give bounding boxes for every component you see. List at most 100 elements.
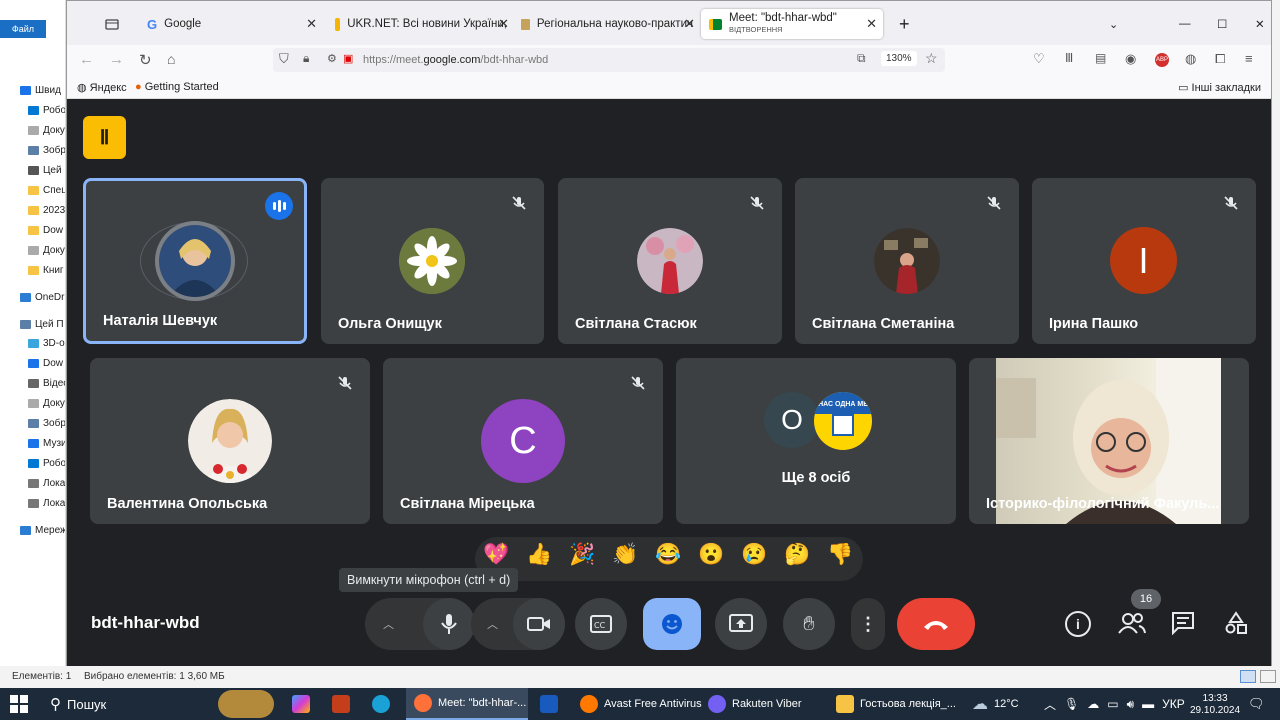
explorer-nav-item[interactable]: Доку — [28, 125, 65, 136]
participant-tile[interactable]: Світлана Стасюк — [558, 178, 782, 344]
mic-tray-icon[interactable]: 🎙︎ — [1064, 697, 1079, 711]
maximize-icon[interactable]: ☐ — [1209, 9, 1229, 39]
close-window-icon[interactable]: ✕ — [1247, 9, 1267, 39]
adblock-icon[interactable]: ABP — [1155, 53, 1169, 67]
sidebar-icon[interactable]: ▤ — [1095, 51, 1106, 65]
other-bookmarks[interactable]: ▭ Інші закладки — [1178, 81, 1261, 94]
info-icon[interactable]: i — [1065, 611, 1091, 637]
participant-tile[interactable]: Історико-філологічний Факуль... — [969, 358, 1249, 524]
library-icon[interactable]: Ⅲ — [1065, 51, 1073, 65]
reaction-emoji[interactable]: 🤔 — [784, 543, 810, 567]
explorer-nav-item[interactable]: Лока — [28, 478, 65, 489]
activities-button[interactable] — [1224, 611, 1248, 640]
language-indicator[interactable]: УКР — [1162, 697, 1185, 711]
reaction-emoji[interactable]: 👎 — [827, 543, 853, 567]
meet-logo-icon[interactable]: Ⅱ — [83, 116, 126, 159]
others-tile[interactable]: О НАС ОДНА МЕ Ще 8 осіб — [676, 358, 956, 524]
people-button[interactable] — [1118, 611, 1148, 637]
explorer-nav-item[interactable]: Зобр — [28, 145, 65, 156]
screen-share-icon[interactable]: ⧉ — [857, 51, 866, 66]
taskbar-app-viber[interactable]: Rakuten Viber — [708, 688, 802, 720]
participant-tile[interactable]: Валентина Опольська — [90, 358, 370, 524]
present-button[interactable] — [715, 598, 767, 650]
network-icon[interactable]: ▭ — [1107, 697, 1118, 711]
tab-ukrnet[interactable]: UKR.NET: Всі новини України, ✕ — [327, 9, 515, 39]
home-icon[interactable]: ⌂ — [167, 51, 175, 67]
notifications-icon[interactable]: 🗨︎ — [1248, 688, 1265, 720]
reaction-emoji[interactable]: 👏 — [612, 543, 638, 567]
mic-button[interactable] — [423, 598, 475, 650]
chat-button[interactable] — [1171, 611, 1195, 640]
more-options-button[interactable]: ⋮ — [851, 598, 885, 650]
explorer-nav-item[interactable]: Книг — [28, 265, 64, 276]
explorer-nav-item[interactable]: Спец — [28, 185, 65, 196]
explorer-nav-item[interactable]: Доку — [28, 245, 65, 256]
shield-icon[interactable]: ⛉ — [279, 51, 289, 67]
weather-widget[interactable]: ☁ 12°C — [972, 688, 1019, 720]
explorer-nav-item[interactable]: 3D-о — [28, 338, 65, 349]
battery-icon[interactable]: ▬ — [1142, 697, 1154, 711]
taskbar-app-firefox[interactable]: Meet: "bdt-hhar-... — [406, 688, 528, 720]
reaction-emoji[interactable]: 💖 — [483, 543, 509, 567]
new-tab-button[interactable]: + — [891, 9, 917, 39]
explorer-nav-item[interactable]: Музи — [28, 438, 65, 449]
back-icon[interactable]: ← — [79, 51, 94, 68]
clock[interactable]: 13:33 29.10.2024 — [1190, 688, 1240, 720]
close-tab-icon[interactable]: ✕ — [866, 16, 877, 32]
leave-call-button[interactable] — [897, 598, 975, 650]
zoom-indicator[interactable]: 130% — [881, 51, 917, 66]
tiles-view-icon[interactable] — [1260, 670, 1276, 683]
file-menu-button[interactable]: Файл — [0, 20, 46, 38]
tab-regional[interactable]: Регіональна науково-практич ✕ — [513, 9, 701, 39]
bookmark-yandex[interactable]: ◍ Яндекс — [77, 81, 127, 94]
participant-tile[interactable]: Ольга Онищук — [321, 178, 544, 344]
chevron-up-icon[interactable]: ︿ — [487, 616, 498, 632]
minimize-icon[interactable]: — — [1171, 9, 1191, 39]
explorer-nav-item[interactable]: Швид — [20, 85, 61, 96]
explorer-nav-item[interactable]: Dow — [28, 358, 63, 369]
reaction-emoji[interactable]: 😮 — [698, 543, 724, 567]
edge-icon[interactable] — [372, 688, 390, 720]
participant-tile[interactable]: С Світлана Мірецька — [383, 358, 663, 524]
explorer-nav-item[interactable]: Доку — [28, 398, 65, 409]
explorer-nav-item[interactable]: Цей П — [20, 319, 64, 330]
chevron-up-icon[interactable]: ︿ — [383, 616, 394, 632]
globe-icon[interactable]: ◍ — [1185, 51, 1196, 67]
raise-hand-button[interactable]: ✋︎ — [783, 598, 835, 650]
taskbar-app-folder[interactable]: Гостьова лекція_... — [836, 688, 956, 720]
tab-meet[interactable]: Meet: "bdt-hhar-wbd" ВІДТВОРЕННЯ ✕ — [701, 9, 883, 39]
menu-icon[interactable]: ≡ — [1245, 51, 1253, 66]
chevron-down-icon[interactable]: ⌄ — [1101, 9, 1121, 39]
tab-list-icon[interactable] — [97, 9, 133, 39]
close-tab-icon[interactable]: ✕ — [498, 16, 509, 32]
tab-google[interactable]: G Google ✕ — [139, 9, 323, 39]
captions-button[interactable]: CC — [575, 598, 627, 650]
lock-icon[interactable]: 🔒︎ — [303, 51, 309, 66]
reaction-emoji[interactable]: 😢 — [741, 543, 767, 567]
powerpoint-icon[interactable] — [332, 688, 350, 720]
explorer-nav-item[interactable]: Лока — [28, 498, 65, 509]
taskbar-app-avast[interactable]: Avast Free Antivirus — [580, 688, 702, 720]
taskbar-search[interactable]: ⚲ Пошук — [40, 688, 210, 720]
url-bar[interactable]: ⛉ 🔒︎ ⚙ ▣ https://meet.google.com/bdt-hha… — [273, 48, 945, 72]
reload-icon[interactable]: ↻ — [139, 51, 152, 69]
account-icon[interactable]: ◉ — [1125, 51, 1136, 67]
bookmark-getting-started[interactable]: ● Getting Started — [135, 81, 219, 93]
reaction-emoji[interactable]: 👍 — [526, 543, 552, 567]
explorer-nav-item[interactable]: Робо — [28, 458, 65, 469]
close-tab-icon[interactable]: ✕ — [684, 16, 695, 32]
explorer-nav-item[interactable]: Dow — [28, 225, 63, 236]
explorer-nav-item[interactable]: 2023 — [28, 205, 65, 216]
camera-button[interactable] — [513, 598, 565, 650]
participant-tile[interactable]: Наталія Шевчук — [83, 178, 307, 344]
extensions-icon[interactable]: ⧠ — [1215, 51, 1225, 67]
details-view-icon[interactable] — [1240, 670, 1256, 683]
volume-icon[interactable]: 🔊︎ — [1127, 697, 1135, 712]
close-tab-icon[interactable]: ✕ — [306, 16, 317, 32]
copilot-icon[interactable] — [292, 688, 310, 720]
cloud-tray-icon[interactable]: ☁ — [1087, 697, 1099, 711]
explorer-nav-item[interactable]: OneDr — [20, 292, 64, 303]
permissions-icon[interactable]: ⚙ — [327, 52, 337, 65]
star-icon[interactable]: ☆ — [925, 50, 938, 67]
forward-icon[interactable]: → — [109, 51, 124, 68]
